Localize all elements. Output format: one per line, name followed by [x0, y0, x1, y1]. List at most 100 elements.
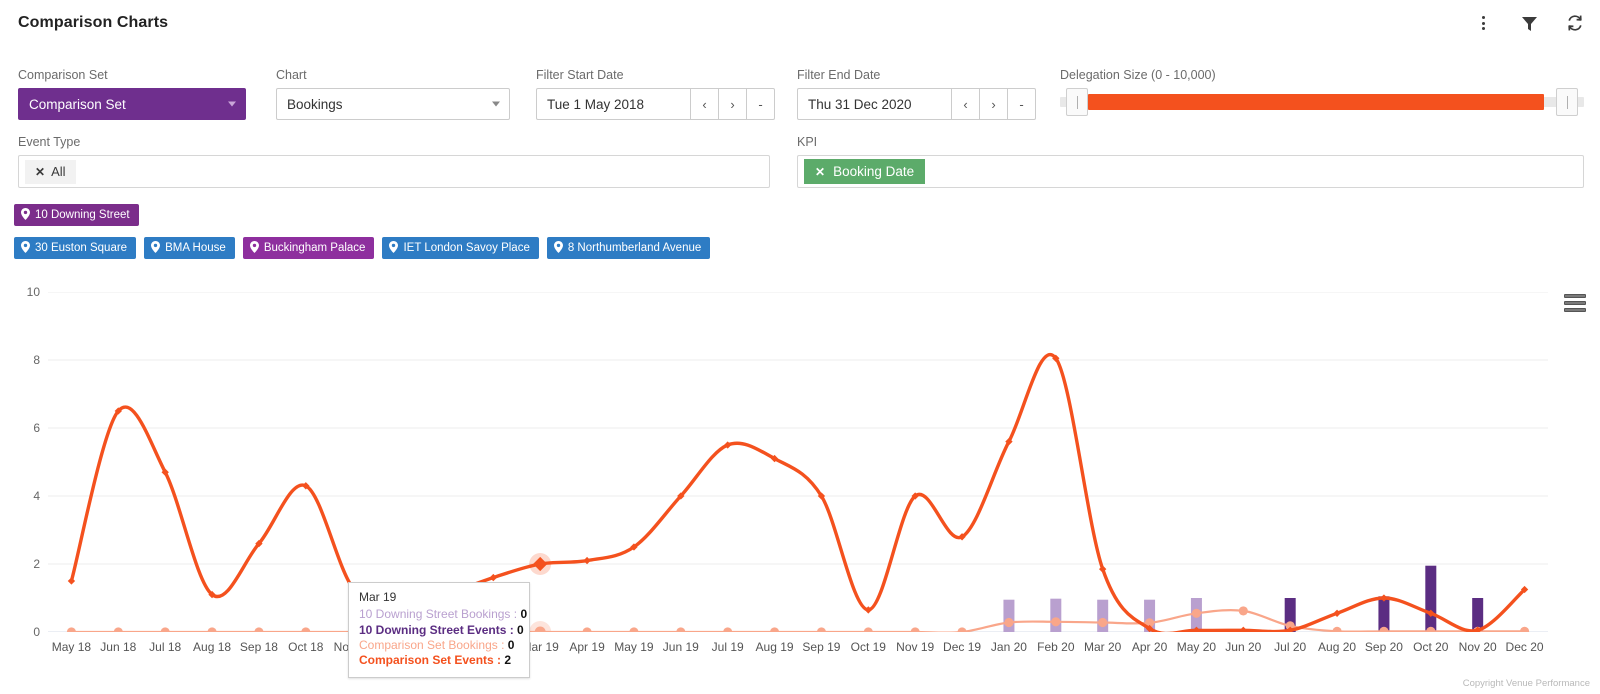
- x-axis-tick: Sep 18: [240, 640, 278, 654]
- x-axis-tick: May 19: [614, 640, 653, 654]
- tooltip-value: 0: [508, 638, 515, 652]
- x-axis-tick: Mar 20: [1084, 640, 1121, 654]
- header-actions: [1472, 12, 1586, 34]
- venue-tag[interactable]: 8 Northumberland Avenue: [547, 237, 710, 259]
- chart-point: [1051, 617, 1060, 626]
- start-date-next-button[interactable]: ›: [719, 88, 747, 120]
- chevron-down-icon: [228, 102, 236, 107]
- end-date-next-button[interactable]: ›: [980, 88, 1008, 120]
- y-axis-tick: 10: [0, 285, 40, 299]
- chart-point: [1004, 618, 1013, 627]
- chart-point: [1239, 606, 1248, 615]
- chart-label: Chart: [276, 68, 307, 82]
- chevron-down-icon: [492, 102, 500, 107]
- slider-handle-max[interactable]: [1556, 88, 1578, 116]
- x-axis-tick: Jul 18: [149, 640, 181, 654]
- delegation-size-slider[interactable]: [1060, 88, 1584, 116]
- copyright-text: Copyright Venue Performance: [1463, 678, 1590, 689]
- comparison-charts-page: Comparison Charts Comparison Set Compari…: [0, 0, 1600, 694]
- comparison-venue-tags: 30 Euston Square BMA House Buckingham Pala…: [14, 237, 710, 259]
- kpi-chip-booking-date[interactable]: ✕ Booking Date: [804, 159, 925, 184]
- x-axis-tick: Jan 20: [991, 640, 1027, 654]
- start-date-clear-button[interactable]: -: [747, 88, 775, 120]
- y-axis-tick: 2: [0, 557, 40, 571]
- filter-start-date-group: Tue 1 May 2018 ‹ › -: [536, 88, 775, 120]
- x-axis-tick: May 18: [52, 640, 91, 654]
- chart-select[interactable]: Bookings: [276, 88, 510, 120]
- y-axis-tick: 6: [0, 421, 40, 435]
- x-axis-tick: Jun 20: [1225, 640, 1261, 654]
- x-axis-tick: Jun 19: [663, 640, 699, 654]
- chart-point: [161, 627, 170, 632]
- location-pin-icon: [21, 241, 30, 256]
- venue-tag[interactable]: Buckingham Palace: [243, 237, 375, 259]
- chart-point: [957, 627, 966, 632]
- export-menu-icon[interactable]: [1564, 294, 1586, 312]
- venue-tag-label: 30 Euston Square: [35, 242, 127, 254]
- tooltip-label: 10 Downing Street Bookings: [359, 607, 510, 621]
- event-type-multiselect[interactable]: ✕ All: [18, 155, 770, 188]
- chart-point: [301, 627, 310, 632]
- page-header: Comparison Charts: [0, 0, 1600, 48]
- x-axis-tick: Aug 20: [1318, 640, 1356, 654]
- remove-icon[interactable]: ✕: [815, 165, 825, 179]
- comparison-chart: 0246810 May 18Jun 18Jul 18Aug 18Sep 18Oc…: [0, 280, 1600, 694]
- filter-end-date-input[interactable]: Thu 31 Dec 2020: [797, 88, 952, 120]
- chart-value: Bookings: [287, 97, 343, 112]
- x-axis-tick: Nov 20: [1459, 640, 1497, 654]
- venue-tag[interactable]: 30 Euston Square: [14, 237, 136, 259]
- chart-point: [723, 627, 732, 632]
- chart-point: [582, 627, 591, 632]
- x-axis-tick: Dec 19: [943, 640, 981, 654]
- chart-bar: [1003, 600, 1014, 632]
- venue-tag[interactable]: BMA House: [144, 237, 235, 259]
- x-axis-tick: Oct 19: [851, 640, 886, 654]
- slider-handle-min[interactable]: [1066, 88, 1088, 116]
- filter-icon[interactable]: [1518, 12, 1540, 34]
- chart-point: [864, 627, 873, 632]
- start-date-prev-button[interactable]: ‹: [691, 88, 719, 120]
- event-type-chip-all[interactable]: ✕ All: [25, 160, 76, 184]
- tooltip-value: 2: [504, 653, 511, 667]
- y-axis-tick: 0: [0, 625, 40, 639]
- location-pin-icon: [250, 241, 259, 256]
- chart-point: [1332, 627, 1341, 632]
- chart-point: [676, 627, 685, 632]
- tooltip-label: Comparison Set Bookings: [359, 638, 498, 652]
- chart-point: [207, 627, 216, 632]
- tooltip-row: 10 Downing Street Bookings : 0: [359, 607, 520, 622]
- chart-line: [71, 610, 1524, 632]
- comparison-set-label: Comparison Set: [18, 68, 108, 82]
- event-type-chip-label: All: [51, 164, 65, 179]
- x-axis-tick: Feb 20: [1037, 640, 1074, 654]
- location-pin-icon: [554, 241, 563, 256]
- chart-point: [1520, 627, 1529, 632]
- primary-venue-tags: 10 Downing Street: [14, 204, 139, 226]
- x-axis-tick: Jul 19: [712, 640, 744, 654]
- refresh-icon[interactable]: [1564, 12, 1586, 34]
- venue-tag[interactable]: IET London Savoy Place: [382, 237, 538, 259]
- venue-tag-label: BMA House: [165, 242, 226, 254]
- location-pin-icon: [151, 241, 160, 256]
- chart-point: [1192, 609, 1201, 618]
- chart-point: [1240, 627, 1247, 632]
- kpi-multiselect[interactable]: ✕ Booking Date: [797, 155, 1584, 188]
- filter-start-date-input[interactable]: Tue 1 May 2018: [536, 88, 691, 120]
- y-axis-tick: 4: [0, 489, 40, 503]
- x-axis-tick: Apr 19: [569, 640, 604, 654]
- chart-bar: [1097, 600, 1108, 632]
- venue-tag-label: 8 Northumberland Avenue: [568, 242, 701, 254]
- chart-plot-area: [48, 292, 1548, 632]
- filter-start-date-label: Filter Start Date: [536, 68, 624, 82]
- event-type-label: Event Type: [18, 135, 80, 149]
- end-date-clear-button[interactable]: -: [1008, 88, 1036, 120]
- x-axis-tick: Apr 20: [1132, 640, 1167, 654]
- comparison-set-select[interactable]: Comparison Set: [18, 88, 246, 120]
- end-date-prev-button[interactable]: ‹: [952, 88, 980, 120]
- remove-icon[interactable]: ✕: [35, 165, 45, 179]
- more-vert-icon[interactable]: [1472, 12, 1494, 34]
- location-pin-icon: [389, 241, 398, 256]
- venue-tag[interactable]: 10 Downing Street: [14, 204, 139, 226]
- page-title: Comparison Charts: [18, 14, 168, 32]
- filter-end-date-group: Thu 31 Dec 2020 ‹ › -: [797, 88, 1036, 120]
